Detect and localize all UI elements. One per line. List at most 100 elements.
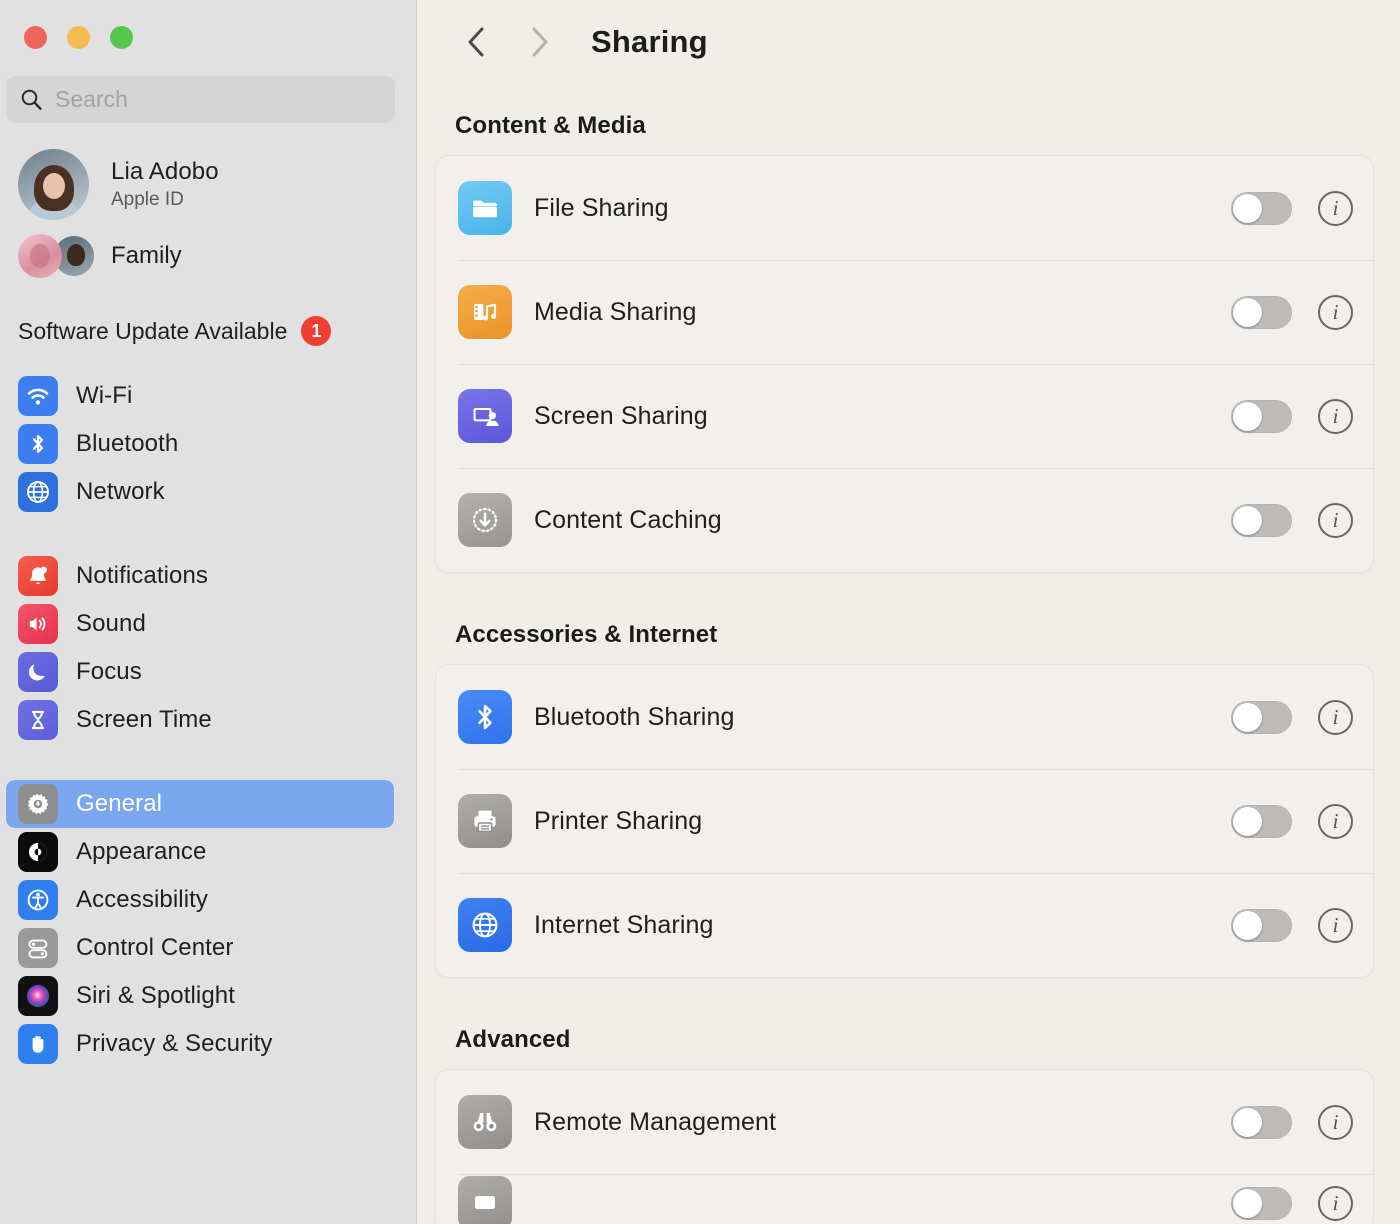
sidebar-item-notifications[interactable]: Notifications xyxy=(6,552,394,600)
globe-icon xyxy=(458,898,512,952)
sidebar-item-wi-fi[interactable]: Wi-Fi xyxy=(6,372,394,420)
forward-button[interactable] xyxy=(511,20,567,64)
sidebar-item-label: Focus xyxy=(76,658,142,686)
minimize-button[interactable] xyxy=(67,26,90,49)
software-update-badge: 1 xyxy=(301,316,331,346)
sidebar-item-label: Sound xyxy=(76,610,146,638)
wifi-icon xyxy=(18,376,58,416)
sidebar-item-network[interactable]: Network xyxy=(6,468,394,516)
sidebar-item-accessibility[interactable]: Accessibility xyxy=(6,876,394,924)
hourglass-icon xyxy=(18,700,58,740)
sidebar-item-bluetooth[interactable]: Bluetooth xyxy=(6,420,394,468)
printer-icon xyxy=(458,794,512,848)
gear-icon xyxy=(18,784,58,824)
setting-label: Content Caching xyxy=(534,506,1231,535)
folder-icon xyxy=(458,181,512,235)
setting-label: File Sharing xyxy=(534,194,1231,223)
sidebar-item-control-center[interactable]: Control Center xyxy=(6,924,394,972)
close-button[interactable] xyxy=(24,26,47,49)
sidebar-item-siri-spotlight[interactable]: Siri & Spotlight xyxy=(6,972,394,1020)
sidebar-item-general[interactable]: General xyxy=(6,780,394,828)
settings-scroll-area[interactable]: Content & Media File Sharing i Media Sha… xyxy=(417,112,1400,1224)
setting-row-bluetooth-sharing[interactable]: Bluetooth Sharing i xyxy=(436,665,1373,769)
hand-icon xyxy=(18,1024,58,1064)
info-button[interactable]: i xyxy=(1318,804,1353,839)
sidebar-item-label: Bluetooth xyxy=(76,430,178,458)
section-heading: Advanced xyxy=(455,1026,1400,1054)
bell-icon xyxy=(18,556,58,596)
info-button[interactable]: i xyxy=(1318,295,1353,330)
apple-id-account-row[interactable]: Lia Adobo Apple ID xyxy=(18,149,416,220)
section-card-accessories-internet: Bluetooth Sharing i Printer Sharing i In… xyxy=(435,664,1374,978)
sidebar-group-system: Notifications Sound Focus Screen Time xyxy=(0,552,416,744)
remote-management-toggle[interactable] xyxy=(1231,1106,1292,1139)
file-sharing-toggle[interactable] xyxy=(1231,192,1292,225)
family-label: Family xyxy=(111,242,182,270)
search-icon xyxy=(20,88,43,111)
accessibility-icon xyxy=(18,880,58,920)
info-button[interactable]: i xyxy=(1318,503,1353,538)
internet-sharing-toggle[interactable] xyxy=(1231,909,1292,942)
sidebar-item-label: Network xyxy=(76,478,165,506)
sidebar-item-label: General xyxy=(76,790,162,818)
sidebar-item-screen-time[interactable]: Screen Time xyxy=(6,696,394,744)
download-icon xyxy=(458,493,512,547)
control-center-icon xyxy=(18,928,58,968)
info-button[interactable]: i xyxy=(1318,1186,1353,1221)
zoom-button[interactable] xyxy=(110,26,133,49)
page-title: Sharing xyxy=(591,24,708,60)
setting-row-content-caching[interactable]: Content Caching i xyxy=(436,468,1373,572)
globe-icon xyxy=(18,472,58,512)
printer-sharing-toggle[interactable] xyxy=(1231,805,1292,838)
account-name: Lia Adobo xyxy=(111,158,219,186)
bluetooth-sharing-toggle[interactable] xyxy=(1231,701,1292,734)
info-button[interactable]: i xyxy=(1318,399,1353,434)
software-update-row[interactable]: Software Update Available 1 xyxy=(18,316,416,346)
sidebar-item-privacy-security[interactable]: Privacy & Security xyxy=(6,1020,394,1068)
info-button[interactable]: i xyxy=(1318,1105,1353,1140)
window-traffic-lights xyxy=(0,0,416,49)
family-row[interactable]: Family xyxy=(18,234,416,278)
toolbar: Sharing xyxy=(417,0,1400,64)
software-update-label: Software Update Available xyxy=(18,318,287,345)
back-button[interactable] xyxy=(449,20,505,64)
sidebar-item-label: Notifications xyxy=(76,562,208,590)
media-icon xyxy=(458,285,512,339)
search-input[interactable] xyxy=(55,86,381,113)
sidebar-item-focus[interactable]: Focus xyxy=(6,648,394,696)
content-caching-toggle[interactable] xyxy=(1231,504,1292,537)
screen-icon xyxy=(458,389,512,443)
account-subtitle: Apple ID xyxy=(111,189,219,211)
setting-row-internet-sharing[interactable]: Internet Sharing i xyxy=(436,873,1373,977)
sidebar-group-network: Wi-Fi Bluetooth Network xyxy=(0,372,416,516)
sidebar-item-sound[interactable]: Sound xyxy=(6,600,394,648)
setting-label: Media Sharing xyxy=(534,298,1231,327)
info-button[interactable]: i xyxy=(1318,908,1353,943)
media-sharing-toggle[interactable] xyxy=(1231,296,1292,329)
info-button[interactable]: i xyxy=(1318,191,1353,226)
setting-row-remote-management[interactable]: Remote Management i xyxy=(436,1070,1373,1174)
section-heading: Content & Media xyxy=(455,112,1400,140)
bluetooth-icon xyxy=(458,690,512,744)
avatar xyxy=(18,149,89,220)
section-heading: Accessories & Internet xyxy=(455,621,1400,649)
setting-label: Remote Management xyxy=(534,1108,1231,1137)
setting-label: Bluetooth Sharing xyxy=(534,703,1231,732)
setting-row-printer-sharing[interactable]: Printer Sharing i xyxy=(436,769,1373,873)
family-avatars xyxy=(18,234,94,278)
setting-row-partial-next[interactable]: i xyxy=(436,1174,1373,1224)
sidebar-item-label: Privacy & Security xyxy=(76,1030,273,1058)
screen-sharing-toggle[interactable] xyxy=(1231,400,1292,433)
section-card-advanced: Remote Management i i xyxy=(435,1069,1374,1224)
setting-row-file-sharing[interactable]: File Sharing i xyxy=(436,156,1373,260)
search-field[interactable] xyxy=(6,76,395,123)
setting-row-media-sharing[interactable]: Media Sharing i xyxy=(436,260,1373,364)
setting-row-screen-sharing[interactable]: Screen Sharing i xyxy=(436,364,1373,468)
sidebar-item-appearance[interactable]: Appearance xyxy=(6,828,394,876)
setting-label: Internet Sharing xyxy=(534,911,1231,940)
bluetooth-icon xyxy=(18,424,58,464)
partial-row-toggle[interactable] xyxy=(1231,1187,1292,1220)
sidebar-item-label: Siri & Spotlight xyxy=(76,982,235,1010)
info-button[interactable]: i xyxy=(1318,700,1353,735)
siri-icon xyxy=(18,976,58,1016)
